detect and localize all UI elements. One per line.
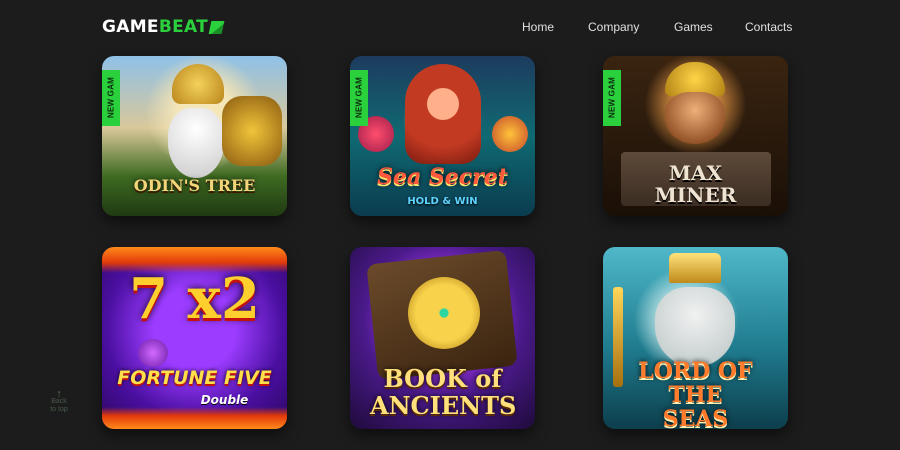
odin-armor-icon bbox=[222, 96, 282, 166]
game-title-odins-tree: ODIN'S TREE bbox=[133, 176, 256, 195]
gamebeat-logo[interactable]: GAME BEAT bbox=[102, 17, 225, 37]
flames-bottom-icon bbox=[102, 407, 287, 429]
game-title-sea-secret: Sea Secret bbox=[377, 164, 508, 190]
miner-face-icon bbox=[665, 92, 725, 144]
game-subtitle-hold-win: HOLD & WIN bbox=[407, 196, 478, 207]
game-title-max-miner: MAX MINER bbox=[654, 161, 737, 207]
logo-mark-icon bbox=[208, 20, 225, 34]
game-title-fortune-five: FORTUNE FIVE bbox=[117, 367, 272, 389]
nav-games-link[interactable]: Games bbox=[674, 20, 713, 34]
mermaid-hair-icon bbox=[405, 64, 481, 164]
back-to-top-line2: to top bbox=[50, 406, 68, 413]
grapes-icon bbox=[138, 339, 168, 367]
poseidon-crown-icon bbox=[669, 253, 721, 283]
nav-company-link[interactable]: Company bbox=[588, 20, 639, 34]
coral-right-icon bbox=[492, 116, 528, 152]
arrow-up-icon: ↑ bbox=[56, 388, 62, 400]
game-subtitle-double: Double bbox=[200, 393, 249, 407]
site-header: GAME BEAT Home Company Games Contacts bbox=[0, 0, 900, 52]
game-tile-lord-of-the-seas[interactable]: LORD OF THE SEAS bbox=[603, 247, 788, 429]
poseidon-beard-icon bbox=[655, 287, 735, 367]
game-tile-max-miner[interactable]: MAX MINER NEW GAM bbox=[603, 56, 788, 216]
game-tile-odins-tree[interactable]: ODIN'S TREE NEW GAM bbox=[102, 56, 287, 216]
nav-home-link[interactable]: Home bbox=[522, 20, 554, 34]
game-title-lord-of-the-seas: LORD OF THE SEAS bbox=[638, 358, 753, 429]
golden-medallion-icon bbox=[408, 277, 480, 349]
lucky-seven-x2-label: 7 x2 bbox=[129, 266, 260, 332]
odin-beard-icon bbox=[168, 108, 224, 178]
logo-beat-text: BEAT bbox=[158, 17, 209, 37]
new-game-badge: NEW GAM bbox=[603, 70, 621, 126]
new-game-badge: NEW GAM bbox=[102, 70, 120, 126]
new-game-badge: NEW GAM bbox=[350, 70, 368, 126]
game-tile-book-of-ancients[interactable]: BOOK of ANCIENTS bbox=[350, 247, 535, 429]
back-to-top-button[interactable]: ↑ Back to top bbox=[44, 388, 74, 414]
game-tile-fortune-five-double[interactable]: 7 x2 FORTUNE FIVE Double bbox=[102, 247, 287, 429]
game-tile-sea-secret[interactable]: Sea Secret HOLD & WIN NEW GAM bbox=[350, 56, 535, 216]
logo-game-text: GAME bbox=[102, 17, 159, 37]
nav-contacts-link[interactable]: Contacts bbox=[745, 20, 792, 34]
game-title-book-of-ancients: BOOK of ANCIENTS bbox=[370, 364, 517, 420]
back-to-top-line1: Back bbox=[51, 398, 67, 405]
